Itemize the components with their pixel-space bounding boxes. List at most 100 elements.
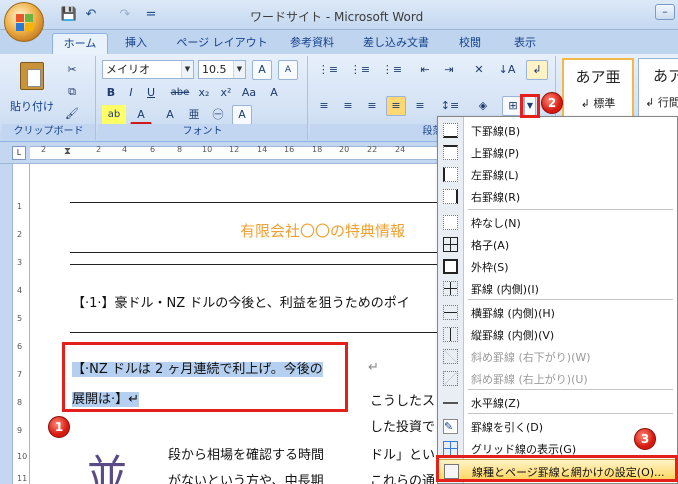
copy-icon[interactable]: ⧉	[62, 82, 82, 102]
menu-item-label: 外枠(S)	[471, 261, 509, 274]
clipboard-group-label: クリップボード	[2, 124, 95, 140]
rule-line	[70, 332, 470, 333]
grow-a-icon[interactable]: A	[160, 105, 180, 125]
tab-insert[interactable]: 挿入	[116, 33, 156, 54]
horizontal-line-icon	[443, 395, 458, 410]
align-left-icon[interactable]: ≡	[314, 96, 334, 116]
top-border-icon	[443, 145, 458, 160]
menu-item-label: 横罫線 (内側)(H)	[471, 307, 555, 320]
menu-item-inside-horizontal[interactable]: 横罫線 (内側)(H)	[438, 301, 677, 323]
subscript-button[interactable]: x₂	[194, 83, 214, 103]
clear-format-icon[interactable]: A	[264, 83, 284, 103]
align-center-icon[interactable]: ≡	[338, 96, 358, 116]
rule-line	[70, 264, 470, 265]
numbering-icon[interactable]: ⋮≡	[346, 60, 374, 80]
distributed-icon[interactable]: ≡	[410, 96, 430, 116]
redo-icon[interactable]: ↷	[116, 6, 134, 24]
tab-review[interactable]: 校閲	[450, 33, 490, 54]
tab-references[interactable]: 参考資料	[280, 33, 344, 54]
menu-item-outside-borders[interactable]: 外枠(S)	[438, 255, 677, 277]
menu-item-no-border[interactable]: 枠なし(N)	[438, 211, 677, 233]
clipboard-group: 貼り付け ✂ ⧉ 🖌 クリップボード	[2, 56, 96, 140]
font-name-combo[interactable]: メイリオ ▼	[102, 60, 194, 79]
tab-view[interactable]: 表示	[505, 33, 545, 54]
menu-separator	[468, 389, 673, 390]
asian-layout-icon[interactable]: ✕	[466, 60, 492, 80]
tab-page-layout[interactable]: ページ レイアウト	[170, 33, 274, 54]
menu-item-label: 右罫線(R)	[471, 191, 521, 204]
style-no-spacing[interactable]: あア ↲ 行間詰	[638, 58, 678, 118]
menu-item-top-border[interactable]: 上罫線(P)	[438, 141, 677, 163]
rule-line	[70, 202, 470, 203]
superscript-button[interactable]: x²	[216, 83, 236, 103]
tab-selector[interactable]: L	[12, 146, 26, 160]
tab-home[interactable]: ホーム	[52, 33, 108, 54]
underline-button[interactable]: U	[142, 83, 160, 103]
ruler-number: 16	[284, 145, 295, 154]
grow-font-icon[interactable]: A	[252, 60, 272, 80]
ruler-number: 14	[257, 145, 268, 154]
highlight-button[interactable]: ab	[102, 105, 126, 125]
menu-item-bottom-border[interactable]: 下罫線(B)	[438, 119, 677, 141]
ruler-number: 2	[41, 145, 47, 154]
menu-item-label: 下罫線(B)	[471, 125, 521, 138]
ruler-number: 7	[17, 370, 23, 379]
justify-icon[interactable]: ≡	[386, 96, 406, 116]
decrease-indent-icon[interactable]: ⇤	[414, 60, 436, 80]
menu-separator	[468, 209, 673, 210]
multilevel-list-icon[interactable]: ⋮≡	[378, 60, 406, 80]
office-button[interactable]	[4, 2, 44, 42]
drop-cap-char: 並	[86, 451, 129, 484]
phonetic-guide-icon[interactable]: 亜	[184, 105, 204, 125]
undo-icon[interactable]: ↶	[82, 6, 100, 24]
menu-item-left-border[interactable]: 左罫線(L)	[438, 163, 677, 185]
cut-icon[interactable]: ✂	[62, 60, 82, 80]
save-icon[interactable]: 💾	[60, 6, 78, 24]
window-title: ワードサイト - Microsoft Word	[250, 10, 424, 24]
callout-box-3	[436, 455, 678, 482]
chevron-down-icon[interactable]: ▼	[181, 61, 193, 78]
menu-item-label: 枠なし(N)	[471, 217, 521, 230]
menu-item-inside-borders[interactable]: 罫線 (内側)(I)	[438, 277, 677, 299]
font-size-value: 10.5	[202, 63, 227, 76]
sort-icon[interactable]: ↓A	[496, 60, 518, 80]
chevron-down-icon[interactable]: ▼	[233, 61, 245, 78]
char-border-icon[interactable]: A	[232, 105, 252, 125]
menu-item-inside-vertical[interactable]: 縦罫線 (内側)(V)	[438, 323, 677, 345]
callout-badge-3: 3	[634, 428, 656, 450]
left-border-icon	[443, 167, 458, 182]
font-size-combo[interactable]: 10.5 ▼	[198, 60, 246, 79]
align-right-icon[interactable]: ≡	[362, 96, 382, 116]
shading-icon[interactable]: ◈	[470, 96, 496, 116]
ruler-number: 10	[17, 452, 28, 461]
rule-line	[70, 252, 470, 253]
strikethrough-button[interactable]: abe	[168, 83, 192, 103]
ruler-number: 12	[229, 145, 240, 154]
bold-button[interactable]: B	[102, 83, 120, 103]
change-case-button[interactable]: Aa	[238, 83, 260, 103]
all-borders-icon	[443, 237, 458, 252]
italic-button[interactable]: I	[122, 83, 140, 103]
enclose-char-icon[interactable]: ㊀	[208, 105, 228, 125]
ruler-number: 3	[17, 258, 23, 267]
shrink-font-icon[interactable]: A	[278, 60, 298, 80]
menu-item-all-borders[interactable]: 格子(A)	[438, 233, 677, 255]
style-normal[interactable]: あア亜 ↲ 標準	[562, 58, 634, 118]
menu-item-horizontal-line[interactable]: 水平線(Z)	[438, 391, 677, 413]
line-spacing-icon[interactable]: ↕≡	[436, 96, 464, 116]
minimize-button[interactable]: –	[655, 4, 675, 20]
menu-item-right-border[interactable]: 右罫線(R)	[438, 185, 677, 207]
show-marks-icon[interactable]: ↲	[526, 60, 548, 80]
indent-marker-icon[interactable]: ⧗	[64, 146, 71, 157]
ruler-number: 11	[17, 474, 28, 483]
bullets-icon[interactable]: ⋮≡	[314, 60, 342, 80]
format-painter-icon[interactable]: 🖌	[62, 104, 82, 124]
menu-item-diagonal-down: 斜め罫線 (右下がり)(W)	[438, 345, 677, 367]
tab-mailings[interactable]: 差し込み文書	[356, 33, 436, 54]
ruler-number: 2	[96, 145, 102, 154]
vertical-ruler[interactable]: 1 2 3 4 5 6 7 8 9 10 11	[12, 164, 30, 484]
font-color-button[interactable]: A	[130, 105, 152, 125]
customize-quick-access-icon[interactable]: =	[142, 6, 160, 24]
increase-indent-icon[interactable]: ⇥	[438, 60, 460, 80]
paste-button[interactable]: 貼り付け	[10, 60, 54, 116]
